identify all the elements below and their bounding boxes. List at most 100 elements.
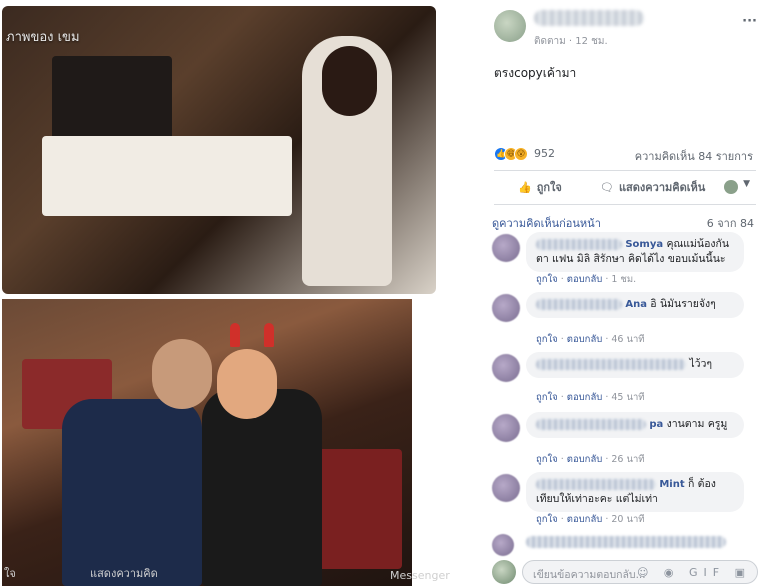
comment-time[interactable]: 46 นาที [611,334,644,345]
commenter-avatar[interactable] [492,294,520,322]
photo-couple-booth-bottom[interactable] [2,299,412,586]
scrollbar[interactable] [470,0,480,586]
separator: · [557,392,567,403]
commenter-name-blurred[interactable] [536,418,646,430]
composer-attachment-icons[interactable]: ☺ ◉ GIF ▣ [637,566,751,579]
comment-like-link[interactable]: ถูกใจ [536,454,558,465]
comment-bubble: Mint ก็ ต้องเทียบให้เท่าอะคะ แต่ไม่เท่า [526,472,744,512]
separator: · [602,392,612,403]
commenter-name-blurred[interactable] [526,536,726,548]
comment-meta: ถูกใจ · ตอบกลับ · 20 นาที [536,512,645,527]
comment-label: แสดงความคิดเห็น [618,181,706,194]
commenter-avatar[interactable] [492,234,520,262]
person-left-silhouette [52,56,172,146]
comment-bubble: ไว้วๆ [526,352,744,378]
separator: · [602,454,612,465]
reply-input[interactable]: เขียนข้อความตอบกลับ... ☺ ◉ GIF ▣ [522,560,758,584]
like-button[interactable]: 👍 ถูกใจ [518,178,562,198]
comment-meta: ถูกใจ · ตอบกลับ · 46 นาที [536,332,645,347]
commenter-name-blurred[interactable] [536,298,622,310]
comment-bubble: pa งานตาม ครูมู [526,412,744,438]
commenter-avatar[interactable] [492,474,520,502]
current-user-avatar [492,560,516,584]
speech-bubble-icon: 🗨 [600,181,614,194]
separator: · [557,274,567,285]
person-woman-silhouette [202,389,322,586]
commenter-name[interactable]: pa [649,419,663,430]
devil-horn-right [264,323,274,347]
separator: · [557,514,567,525]
commenter-name-blurred[interactable] [536,238,622,250]
divider [494,170,756,171]
separator: · [557,334,567,345]
comment-like-link[interactable]: ถูกใจ [536,334,558,345]
reply-composer: เขียนข้อความตอบกลับ... ☺ ◉ GIF ▣ [492,560,758,584]
previous-comments-row: ดูความคิดเห็นก่อนหน้า 6 จาก 84 [492,214,758,230]
comment-bubble: Ana อิ นิมันรายจังๆ [526,292,744,318]
comment-meta: ถูกใจ · ตอบกลับ · 26 นาที [536,452,645,467]
like-label: ถูกใจ [536,181,562,194]
commenter-name-blurred[interactable] [536,478,656,490]
comment-count[interactable]: ความคิดเห็น 84 รายการ [635,147,753,165]
comment-like-link[interactable]: ถูกใจ [536,514,558,525]
person-man-silhouette [62,399,202,586]
devil-horn-left [230,323,240,347]
comment-text: ไว้วๆ [689,358,713,370]
more-options-icon[interactable]: ··· [742,14,757,29]
comment-time[interactable]: 1 ชม. [611,274,636,285]
comment-meta: ถูกใจ · ตอบกลับ · 1 ชม. [536,272,636,287]
react-as-avatar[interactable] [724,180,738,194]
commenter-name[interactable]: Ana [625,299,647,310]
separator: · [602,514,612,525]
comment-item: pa งานตาม ครูมู ถูกใจ · ตอบกลับ · 26 นาท… [492,412,758,466]
comment-item-partial [492,532,758,556]
photo-caption: ภาพของ เขม [6,30,80,45]
comment-button[interactable]: 🗨 แสดงความคิดเห็น [600,178,705,198]
post-text: ตรงcopyเค้ามา [494,66,577,80]
comment-time[interactable]: 45 นาที [611,392,644,403]
commenter-name[interactable]: Somya [625,239,663,250]
comment-reply-link[interactable]: ตอบกลับ [567,454,603,465]
author-name-blurred[interactable] [534,10,644,26]
comment-text: งานตาม ครูมู [666,418,728,430]
comment-reply-link[interactable]: ตอบกลับ [567,274,603,285]
comment-time[interactable]: 26 นาที [611,454,644,465]
comment-reply-link[interactable]: ตอบกลับ [567,392,603,403]
comment-like-link[interactable]: ถูกใจ [536,274,558,285]
commenter-name[interactable]: Mint [659,479,684,490]
comment-time[interactable]: 20 นาที [611,514,644,525]
post-panel: ติดตาม · 12 ชม. ··· ตรงcopyเค้ามา 👍 😆 😮 … [484,0,763,586]
footer-comment[interactable]: แสดงความคิด [90,564,158,582]
separator: · [602,334,612,345]
comment-item: Ana อิ นิมันรายจังๆ ถูกใจ · ตอบกลับ · 46… [492,292,758,346]
divider [494,204,756,205]
separator: · [557,454,567,465]
man-face-shape [152,339,212,409]
comment-meta: ถูกใจ · ตอบกลับ · 45 นาที [536,390,645,405]
facebook-photo-viewer: ภาพของ เขม ใจ แสดงความคิด Messenger ติดต… [0,0,763,586]
chevron-down-icon[interactable]: ▼ [743,179,750,189]
comment-reply-link[interactable]: ตอบกลับ [567,334,603,345]
photo-couple-dinner-top[interactable]: ภาพของ เขม [2,6,436,294]
view-previous-comments-link[interactable]: ดูความคิดเห็นก่อนหน้า [492,214,601,232]
comment-item: Somya คุณแม่น้องกันตา แฟน มิลิ สิรักษา ค… [492,232,758,286]
comment-like-link[interactable]: ถูกใจ [536,392,558,403]
footer-messenger[interactable]: Messenger [390,569,450,582]
separator: · [602,274,612,285]
commenter-avatar[interactable] [492,354,520,382]
comment-item: ไว้วๆ ถูกใจ · ตอบกลับ · 45 นาที [492,352,758,406]
dinner-table [42,136,292,216]
wow-reaction-icon: 😮 [514,147,528,161]
post-actions: 👍 ถูกใจ 🗨 แสดงความคิดเห็น ▼ [494,176,756,200]
commenter-name-blurred[interactable] [536,358,686,370]
commenter-avatar[interactable] [492,414,520,442]
comment-bubble: Somya คุณแม่น้องกันตา แฟน มิลิ สิรักษา ค… [526,232,744,272]
comment-reply-link[interactable]: ตอบกลับ [567,514,603,525]
reaction-count: 952 [534,147,555,160]
dog-filter-face [217,349,277,419]
author-avatar[interactable] [494,10,526,42]
reactions-summary[interactable]: 👍 😆 😮 952 ความคิดเห็น 84 รายการ [494,146,759,164]
commenter-avatar[interactable] [492,534,514,556]
footer-like[interactable]: ใจ [4,564,16,582]
comments-shown-count: 6 จาก 84 [706,217,754,230]
